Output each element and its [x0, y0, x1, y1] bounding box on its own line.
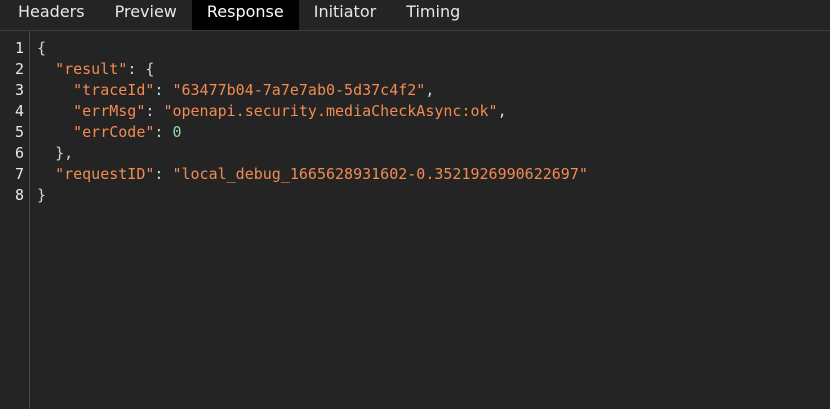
- json-key-result: "result": [55, 60, 128, 78]
- json-brace: }: [37, 186, 47, 204]
- code-line: },: [37, 143, 73, 164]
- json-brace: {: [37, 39, 47, 57]
- code-line: "result": {: [55, 60, 155, 78]
- line-number: 2: [14, 60, 24, 78]
- tab-preview[interactable]: Preview: [100, 0, 192, 30]
- line-number: 4: [14, 102, 24, 120]
- tab-headers[interactable]: Headers: [0, 0, 100, 30]
- line-number: 7: [14, 165, 24, 183]
- json-key-requestid: "requestID": [55, 165, 155, 183]
- code-line: "errMsg": "openapi.security.mediaCheckAs…: [73, 102, 507, 120]
- json-value-errmsg: "openapi.security.mediaCheckAsync:ok": [163, 102, 498, 120]
- json-value-requestid: "local_debug_1665628931602-0.35219269906…: [172, 165, 588, 183]
- line-number: 6: [14, 144, 24, 162]
- json-value-errcode: 0: [172, 123, 182, 141]
- line-number: 8: [14, 186, 24, 204]
- code-line: "requestID": "local_debug_1665628931602-…: [55, 165, 588, 183]
- json-key-errcode: "errCode": [73, 123, 155, 141]
- line-number: 5: [14, 123, 24, 141]
- code-line: "traceId": "63477b04-7a7e7ab0-5d37c4f2",: [73, 81, 435, 99]
- json-value-traceid: "63477b04-7a7e7ab0-5d37c4f2": [172, 81, 426, 99]
- tab-response[interactable]: Response: [191, 0, 299, 30]
- response-viewer[interactable]: 1 2 3 4 5 6 7 8 { "result": { "traceId":…: [0, 31, 830, 409]
- line-number: 1: [14, 39, 24, 57]
- json-key-traceid: "traceId": [73, 81, 155, 99]
- json-close-result: },: [55, 144, 74, 162]
- code-line: }: [37, 185, 46, 206]
- line-number-gutter: 1 2 3 4 5 6 7 8: [0, 31, 30, 409]
- code-line: {: [37, 38, 46, 59]
- tab-initiator[interactable]: Initiator: [299, 0, 391, 30]
- devtools-tab-bar: Headers Preview Response Initiator Timin…: [0, 0, 830, 31]
- code-line: "errCode": 0: [73, 123, 182, 141]
- json-key-errmsg: "errMsg": [73, 102, 146, 120]
- tab-timing[interactable]: Timing: [391, 0, 475, 30]
- line-number: 3: [14, 81, 24, 99]
